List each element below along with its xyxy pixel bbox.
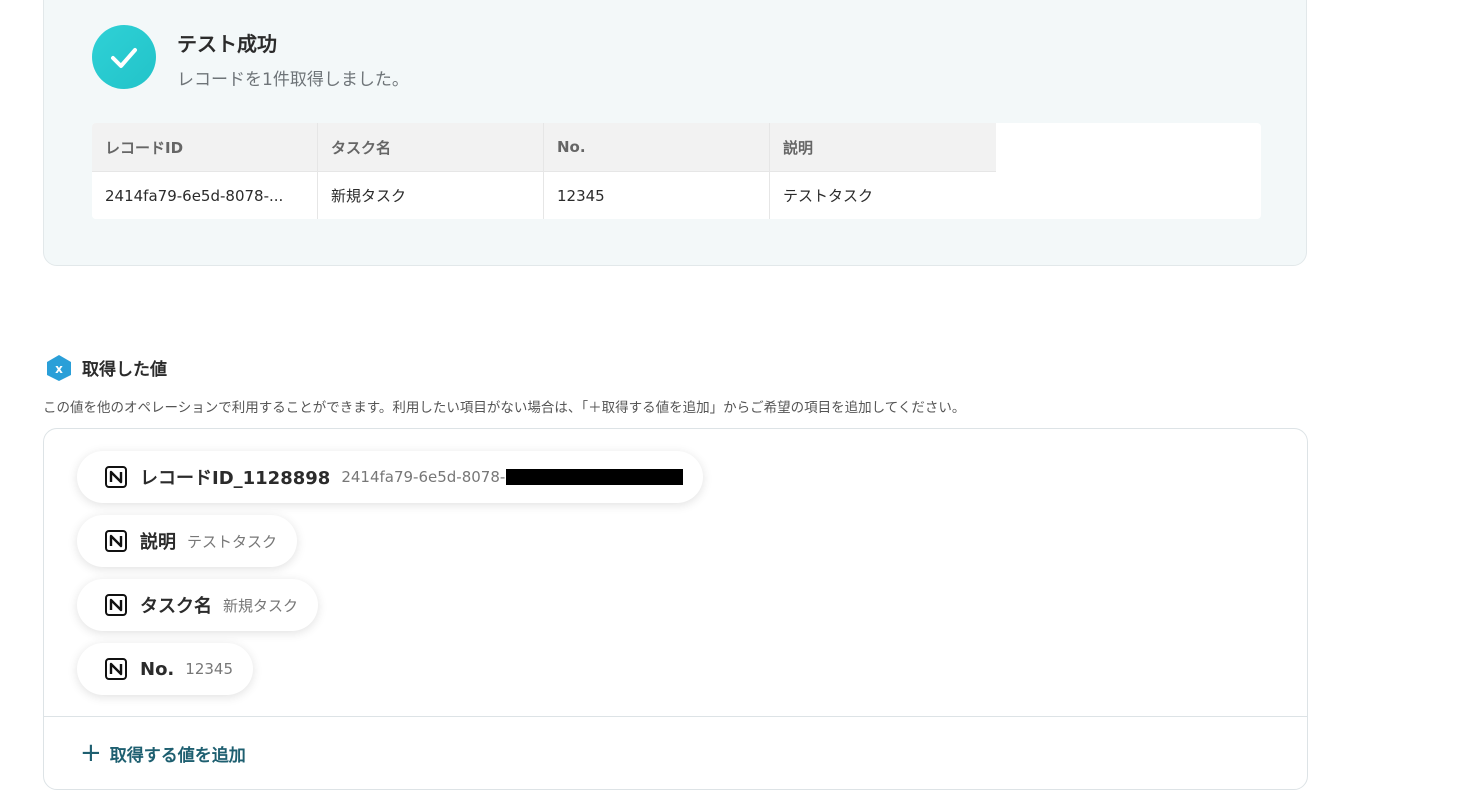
table-row: 2414fa79-6e5d-8078-... 新規タスク 12345 テストタス… — [92, 171, 996, 219]
table-cell-text: テストタスク — [783, 187, 874, 205]
success-title: テスト成功 — [177, 32, 277, 56]
result-table: レコードID タスク名 No. 説明 2414fa79-6e5d-8078-..… — [92, 123, 1261, 219]
variable-icon: x — [45, 354, 73, 382]
notion-icon — [105, 466, 127, 488]
check-circle-icon — [92, 25, 156, 89]
value-label: No. — [140, 658, 175, 680]
plus-icon: + — [80, 738, 102, 768]
section-description: この値を他のオペレーションで利用することができます。利用したい項目がない場合は、… — [43, 400, 966, 416]
notion-icon — [105, 658, 127, 680]
table-header-cell: レコードID — [92, 123, 318, 171]
value-pill-number[interactable]: No. 12345 — [77, 643, 253, 695]
table-cell: 12345 — [544, 171, 770, 219]
value-text: 新規タスク — [223, 596, 299, 615]
value-pill-record-id[interactable]: レコードID_1128898 2414fa79-6e5d-8078- — [77, 451, 704, 503]
table-cell: テストタスク — [770, 171, 996, 219]
svg-text:x: x — [55, 362, 63, 376]
table-cell: 2414fa79-6e5d-8078-... — [92, 171, 318, 219]
notion-icon — [105, 594, 127, 616]
table-header-cell: タスク名 — [318, 123, 544, 171]
notion-icon — [105, 530, 127, 552]
value-text: テストタスク — [187, 532, 278, 551]
value-text: 2414fa79-6e5d-8078- — [341, 468, 506, 486]
table-header-cell: 説明 — [770, 123, 996, 171]
table-cell-text: 2414fa79-6e5d-8078-... — [105, 186, 284, 205]
success-message: レコードを1件取得しました。 — [177, 70, 409, 90]
redacted-block — [506, 469, 684, 485]
table-cell-text: 12345 — [557, 186, 605, 205]
section-title: 取得した値 — [82, 360, 167, 380]
value-label: レコードID_1128898 — [140, 468, 331, 489]
value-label: タスク名 — [140, 596, 212, 617]
value-text: 12345 — [185, 660, 233, 678]
table-cell: 新規タスク — [318, 171, 544, 219]
divider — [44, 716, 1307, 717]
table-header-row: レコードID タスク名 No. 説明 — [92, 123, 996, 171]
table-header-cell: No. — [544, 123, 770, 171]
value-pill-description[interactable]: 説明 テストタスク — [77, 515, 298, 567]
table-cell-text: 新規タスク — [331, 187, 407, 205]
add-value-label: 取得する値を追加 — [109, 745, 246, 766]
value-pill-task-name[interactable]: タスク名 新規タスク — [77, 579, 319, 631]
value-label: 説明 — [140, 532, 176, 553]
add-value-button[interactable]: + 取得する値を追加 — [80, 740, 246, 766]
